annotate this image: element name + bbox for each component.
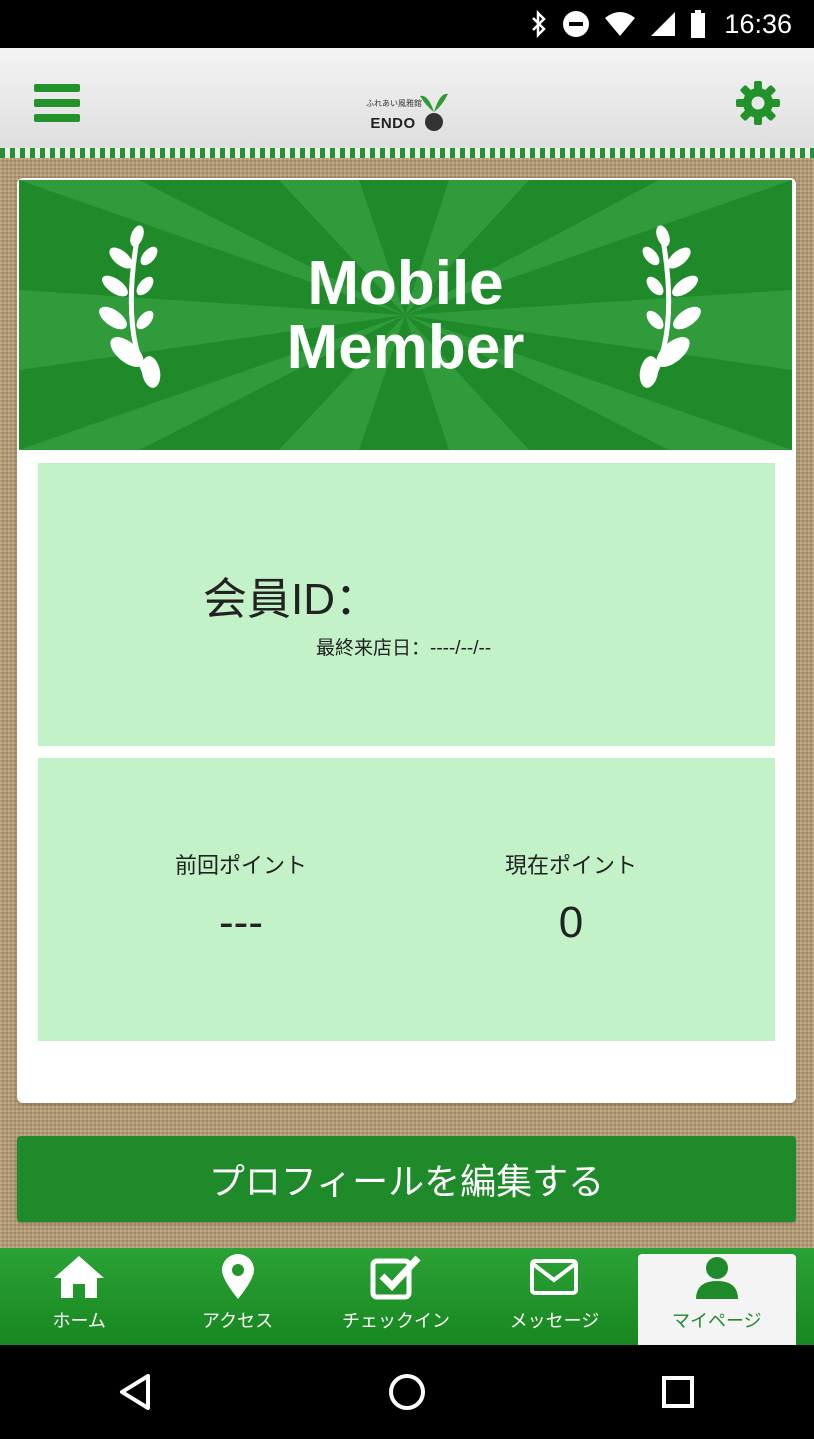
envelope-icon xyxy=(529,1253,579,1301)
last-visit-date: 最終来店日：----/--/-- xyxy=(316,638,492,659)
previous-points-label: 前回ポイント xyxy=(174,853,307,878)
member-id-label: 会員ID： xyxy=(203,575,379,624)
gear-icon[interactable] xyxy=(735,80,781,126)
recents-square-icon[interactable] xyxy=(643,1357,713,1427)
sprout-logo-icon xyxy=(419,93,448,131)
banner-title-line1: Mobile xyxy=(307,249,504,318)
tab-mypage-label: マイページ xyxy=(672,1311,762,1332)
map-pin-icon xyxy=(220,1253,256,1301)
logo-text: ENDO xyxy=(370,115,416,132)
tab-messages[interactable]: メッセージ xyxy=(475,1248,633,1345)
tab-checkin[interactable]: チェックイン xyxy=(317,1248,475,1345)
status-time: 16:36 xyxy=(724,8,792,39)
member-id-panel: 会員ID： 最終来店日：----/--/-- xyxy=(38,463,775,746)
home-icon xyxy=(52,1253,106,1301)
hamburger-menu-icon[interactable] xyxy=(34,84,80,122)
tab-access-label: アクセス xyxy=(202,1311,274,1332)
battery-icon xyxy=(690,10,706,38)
edit-profile-button[interactable]: プロフィールを編集する xyxy=(17,1136,796,1222)
current-points-label: 現在ポイント xyxy=(504,853,637,878)
banner-title: Mobile Member xyxy=(19,252,792,380)
user-icon xyxy=(694,1254,740,1301)
tab-mypage[interactable]: マイページ xyxy=(637,1254,797,1345)
do-not-disturb-icon xyxy=(562,10,590,38)
member-card: Mobile Member 会員ID： 最終来店日：----/--/-- 前回ポ… xyxy=(17,178,796,1103)
tab-home-label: ホーム xyxy=(52,1311,106,1332)
current-points-value: 0 xyxy=(558,898,584,947)
wifi-icon xyxy=(604,11,636,37)
cell-signal-icon xyxy=(650,11,676,37)
logo-subtitle: ふれあい風雅館 xyxy=(366,99,422,108)
system-navigation-bar xyxy=(0,1345,814,1439)
checkbox-icon xyxy=(370,1253,422,1301)
previous-points-value: --- xyxy=(219,898,263,947)
points-panel: 前回ポイント --- 現在ポイント 0 xyxy=(38,758,775,1041)
bluetooth-icon xyxy=(530,10,548,38)
bottom-tab-bar: ホーム アクセス チェックイン メッセージ マイページ xyxy=(0,1248,814,1345)
status-bar: 16:36 xyxy=(0,0,814,48)
mobile-member-banner: Mobile Member xyxy=(19,180,792,450)
app-header: ふれあい風雅館 ENDO xyxy=(0,48,814,158)
tab-access[interactable]: アクセス xyxy=(158,1248,316,1345)
home-circle-icon[interactable] xyxy=(372,1357,442,1427)
back-triangle-icon[interactable] xyxy=(101,1357,171,1427)
banner-title-line2: Member xyxy=(286,313,525,382)
tab-home[interactable]: ホーム xyxy=(0,1248,158,1345)
tab-messages-label: メッセージ xyxy=(509,1311,600,1332)
tab-checkin-label: チェックイン xyxy=(342,1311,451,1332)
endo-logo: ふれあい風雅館 ENDO xyxy=(360,76,460,132)
